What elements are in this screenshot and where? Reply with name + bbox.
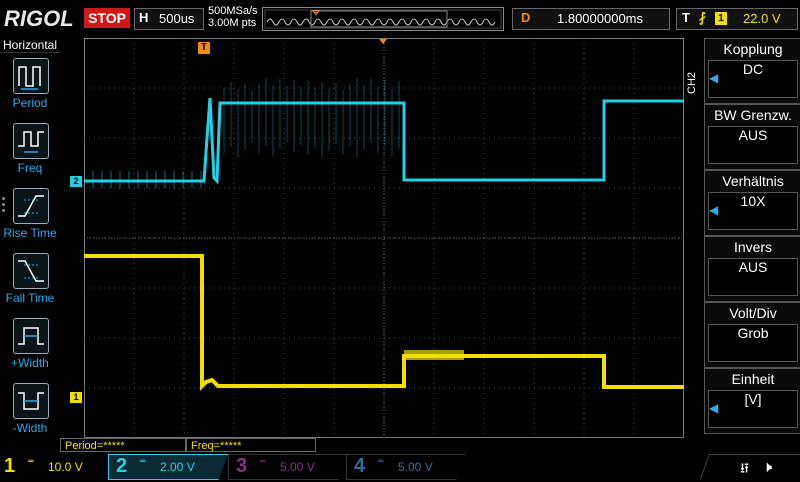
delay-box[interactable]: D 1.80000000ms xyxy=(512,8,670,30)
trigger-time-marker xyxy=(379,39,387,44)
timebase-box[interactable]: H 500us xyxy=(134,8,204,30)
dc-coupling-icon: ═ xyxy=(378,457,384,467)
probe-ratio-softkey[interactable]: Verhältnis 10X ◀ xyxy=(704,170,800,236)
negative-width-icon xyxy=(13,383,49,419)
invert-title: Invers xyxy=(733,239,773,255)
acquisition-info: 500MSa/s 3.00M pts xyxy=(208,5,258,29)
volt-div-value: Grob xyxy=(708,324,798,362)
rise-time-icon xyxy=(13,188,49,224)
timebase-value: 500us xyxy=(159,11,195,26)
graticule xyxy=(84,38,684,438)
channel-2-scale: 2.00 V xyxy=(160,460,195,474)
period-icon xyxy=(13,58,49,94)
negative-width-label: -Width xyxy=(12,421,48,435)
status-icons-frame xyxy=(700,454,800,479)
unit-title: Einheit xyxy=(731,371,775,387)
waveform-display[interactable]: T xyxy=(84,38,684,438)
channel-menu: CH2 Kopplung DC ◀ BW Grenzw. AUS Verhält… xyxy=(686,38,800,438)
frequency-icon xyxy=(13,123,49,159)
trigger-status-box[interactable]: T ⨏ 1 22.0 V xyxy=(676,8,798,30)
brand-logo: RIGOL xyxy=(4,6,74,31)
ch2-noise-spikes xyxy=(84,78,400,188)
arrow-left-icon: ◀ xyxy=(709,71,719,85)
run-stop-indicator[interactable]: STOP xyxy=(84,8,130,28)
period-label: Period xyxy=(12,96,48,110)
coupling-value: DC xyxy=(708,60,798,98)
fall-time-icon xyxy=(13,253,49,289)
channel-2-status[interactable]: 2 ═ 2.00 V xyxy=(112,455,224,479)
memory-depth: 3.00M pts xyxy=(208,17,257,29)
channel-3-status[interactable]: 3 ═ 5.00 V xyxy=(232,455,344,479)
svg-text:T: T xyxy=(314,12,318,18)
channel-3-scale: 5.00 V xyxy=(280,460,315,474)
unit-softkey[interactable]: Einheit [V] ◀ xyxy=(704,368,800,434)
fall-time-label: Fall Time xyxy=(5,291,55,305)
memory-overview[interactable]: T xyxy=(262,7,504,31)
ch1-position-marker[interactable]: 1 xyxy=(70,392,82,403)
trigger-channel: 1 xyxy=(715,12,727,25)
channel-1-status[interactable]: 1 ═ 10.0 V xyxy=(0,455,108,479)
channel-4-scale: 5.00 V xyxy=(398,460,433,474)
measure-rise-time[interactable]: Rise Time xyxy=(0,188,60,252)
bandwidth-limit-title: BW Grenzw. xyxy=(714,107,792,123)
bandwidth-limit-softkey[interactable]: BW Grenzw. AUS xyxy=(704,104,800,170)
measure-positive-width[interactable]: +Width xyxy=(0,318,60,382)
rising-edge-icon: ⨏ xyxy=(699,10,706,25)
arrow-left-icon: ◀ xyxy=(709,203,719,217)
channel-1-number: 1 xyxy=(4,455,16,477)
channel-3-number: 3 xyxy=(236,455,248,477)
rise-time-label: Rise Time xyxy=(3,226,57,240)
timebase-label: H xyxy=(139,10,149,25)
coupling-title: Kopplung xyxy=(723,41,783,57)
sample-rate: 500MSa/s xyxy=(208,5,258,17)
ch1-noise-band xyxy=(404,350,464,360)
dc-coupling-icon: ═ xyxy=(140,457,146,467)
probe-ratio-title: Verhältnis xyxy=(722,173,784,189)
channel-menu-tag: CH2 xyxy=(686,72,698,95)
invert-softkey[interactable]: Invers AUS xyxy=(704,236,800,302)
measure-period[interactable]: Period xyxy=(0,58,60,122)
trigger-label: T xyxy=(682,10,690,25)
dc-coupling-icon: ═ xyxy=(260,457,266,467)
volt-div-softkey[interactable]: Volt/Div Grob xyxy=(704,302,800,368)
volt-div-title: Volt/Div xyxy=(729,305,777,321)
channel-status-bar: 1 ═ 10.0 V 2 ═ 2.00 V 3 ═ 5.00 V 4 ═ 5.0… xyxy=(0,454,800,480)
speaker-muted-icon[interactable]: 🕨 xyxy=(762,457,772,477)
measure-period-readout: Period=***** xyxy=(60,438,186,452)
arrow-left-icon: ◀ xyxy=(709,401,719,415)
waveform-canvas xyxy=(84,38,684,438)
measure-frequency[interactable]: Freq xyxy=(0,123,60,187)
top-status-bar: RIGOL STOP H 500us 500MSa/s 3.00M pts T … xyxy=(0,0,800,36)
channel-4-number: 4 xyxy=(354,455,366,477)
coupling-softkey[interactable]: Kopplung DC ◀ xyxy=(704,38,800,104)
bandwidth-limit-value: AUS xyxy=(708,126,798,164)
unit-value: [V] xyxy=(708,390,798,428)
measure-fall-time[interactable]: Fall Time xyxy=(0,253,60,317)
measure-menu-title: Horizontal xyxy=(0,38,60,53)
page-indicator-dots xyxy=(2,194,6,215)
channel-1-scale: 10.0 V xyxy=(48,460,83,474)
measure-freq-readout: Freq=***** xyxy=(186,438,316,452)
measure-negative-width[interactable]: -Width xyxy=(0,383,60,447)
trigger-level: 22.0 V xyxy=(743,11,781,26)
freq-label: Freq xyxy=(17,161,43,175)
memory-waveform-preview: T xyxy=(264,9,502,29)
usb-icon: ⭿ xyxy=(740,461,750,477)
trigger-marker[interactable]: T xyxy=(198,42,210,54)
dc-coupling-icon: ═ xyxy=(28,457,34,467)
delay-label: D xyxy=(521,10,531,25)
positive-width-icon xyxy=(13,318,49,354)
positive-width-label: +Width xyxy=(11,356,49,370)
channel-4-status[interactable]: 4 ═ 5.00 V xyxy=(350,455,462,479)
channel-2-number: 2 xyxy=(116,455,128,477)
ch2-position-marker[interactable]: 2 xyxy=(70,176,82,187)
delay-value: 1.80000000ms xyxy=(557,11,644,26)
invert-value: AUS xyxy=(708,258,798,296)
measure-menu: Horizontal Period Freq Rise Time Fall Ti… xyxy=(0,38,60,438)
probe-ratio-value: 10X xyxy=(708,192,798,230)
